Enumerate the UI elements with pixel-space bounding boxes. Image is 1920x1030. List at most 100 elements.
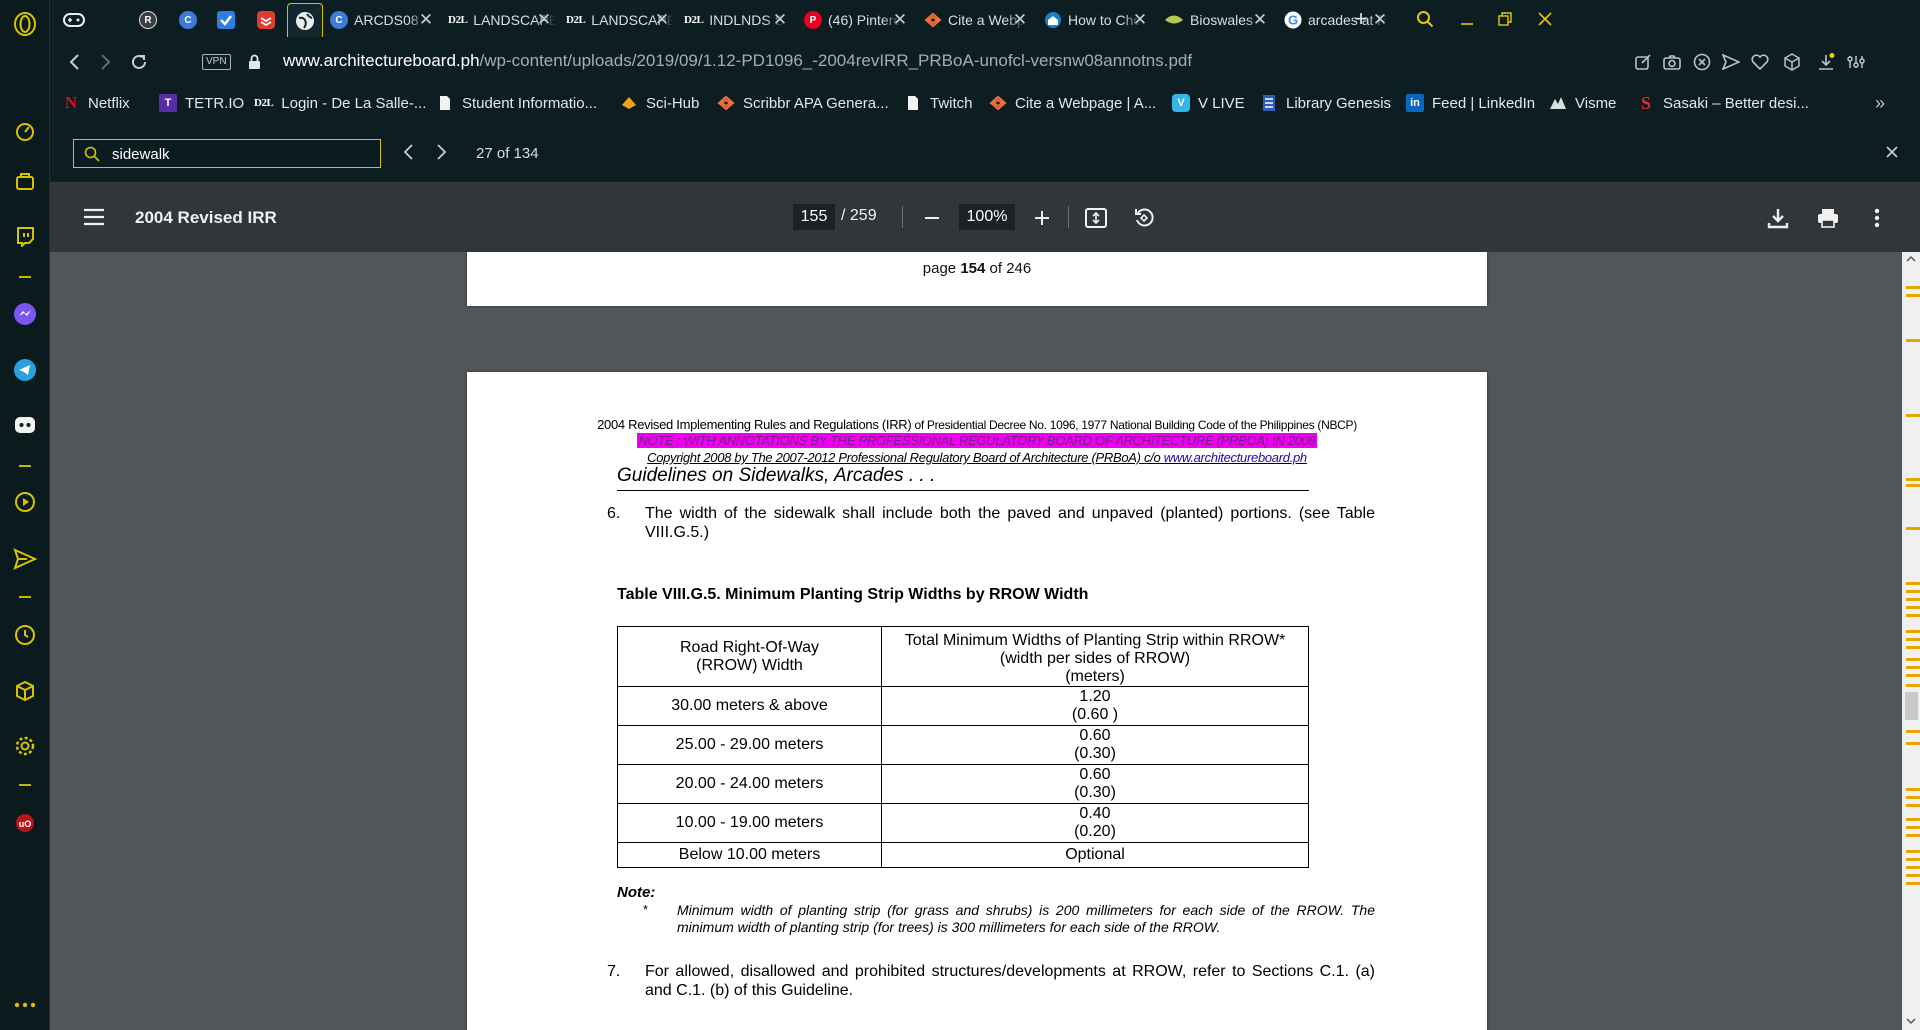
download-button[interactable] <box>1764 204 1792 232</box>
pinned-tab-r[interactable]: R <box>134 6 162 34</box>
tab-current[interactable] <box>287 3 323 37</box>
tab-landscape-1[interactable]: D2L LANDSCAPE ✕ <box>448 3 556 37</box>
bookmark-library-genesis[interactable]: Library Genesis <box>1260 93 1391 113</box>
checkbox-icon <box>217 11 235 29</box>
bookmark-scihub[interactable]: Sci-Hub <box>620 93 699 113</box>
tab-pinterest[interactable]: P (46) Pintere ✕ <box>804 3 912 37</box>
opera-menu-icon[interactable] <box>12 11 38 37</box>
tab-bioswales[interactable]: Bioswales – ✕ <box>1164 3 1272 37</box>
close-icon[interactable]: ✕ <box>772 11 788 28</box>
chevron-left-icon <box>403 144 413 160</box>
find-next-button[interactable] <box>434 143 448 166</box>
twitch-icon[interactable] <box>12 223 38 249</box>
bookmark-heart-icon[interactable] <box>1750 52 1770 72</box>
player-icon[interactable] <box>12 489 38 515</box>
page-number-input[interactable] <box>793 204 835 230</box>
tab-landscape-2[interactable]: D2L LANDSCAPE ✕ <box>566 3 674 37</box>
bookmark-sasaki[interactable]: S Sasaki – Better desi... <box>1637 93 1809 113</box>
bookmark-tetrio[interactable]: T TETR.IO <box>159 93 244 113</box>
bookmarks-bar: N Netflix T TETR.IO D2L Login - De La Sa… <box>50 86 1920 120</box>
downloads-icon[interactable] <box>1816 52 1836 72</box>
extensions-icon[interactable] <box>1782 52 1802 72</box>
tab-arcds08[interactable]: C ARCDS08 - ✕ <box>330 3 438 37</box>
close-icon[interactable]: ✕ <box>1012 11 1028 28</box>
bookmark-dlsu-login[interactable]: D2L Login - De La Salle-... <box>254 93 426 113</box>
discord-icon[interactable] <box>12 412 38 438</box>
minimize-icon[interactable] <box>1452 8 1482 30</box>
document-title: 2004 Revised IRR <box>135 208 277 227</box>
find-previous-button[interactable] <box>402 143 416 166</box>
scroll-up-arrow-icon[interactable] <box>1906 256 1916 262</box>
workspaces-icon[interactable] <box>12 168 38 194</box>
search-tabs-icon[interactable] <box>1410 8 1440 30</box>
bookmark-vlive[interactable]: V V LIVE <box>1172 93 1245 113</box>
send-to-icon[interactable] <box>1721 52 1741 72</box>
search-match-marker <box>1906 866 1920 869</box>
bookmark-cite-webpage[interactable]: Cite a Webpage | A... <box>989 93 1156 113</box>
bookmark-scribbr-apa[interactable]: Scribbr APA Genera... <box>717 93 889 113</box>
bookmark-student-info[interactable]: Student Informatio... <box>436 93 597 113</box>
pdf-viewer[interactable]: page 154 of 246 2004 Revised Implementin… <box>50 252 1902 1030</box>
reload-button[interactable] <box>127 50 151 74</box>
close-icon[interactable]: ✕ <box>536 11 552 28</box>
close-window-icon[interactable] <box>1530 8 1560 30</box>
close-icon[interactable]: ✕ <box>892 11 908 28</box>
settings-gear-icon[interactable] <box>12 733 38 759</box>
fit-page-button[interactable] <box>1082 204 1110 232</box>
tab-how-to-choose[interactable]: How to Cho ✕ <box>1044 3 1152 37</box>
close-icon[interactable]: ✕ <box>418 11 434 28</box>
close-icon[interactable]: ✕ <box>1132 11 1148 28</box>
scrollbar-thumb[interactable] <box>1905 692 1918 720</box>
bookmark-netflix[interactable]: N Netflix <box>62 93 130 113</box>
sidebar-separator <box>19 465 31 467</box>
pinned-tab-todoist[interactable] <box>252 6 280 34</box>
more-dots-icon[interactable] <box>12 992 38 1018</box>
back-button[interactable] <box>62 50 86 74</box>
bookmarks-overflow-icon[interactable]: » <box>1875 93 1885 113</box>
architectureboard-link[interactable]: www.architectureboard.ph <box>1164 450 1307 465</box>
header-line: Road Right-Of-Way <box>680 638 819 656</box>
forward-button[interactable] <box>94 50 118 74</box>
zoom-level-input[interactable] <box>959 204 1015 230</box>
close-icon[interactable]: ✕ <box>1252 11 1268 28</box>
extensions-cube-icon[interactable] <box>12 678 38 704</box>
tab-cite-webpage[interactable]: Cite a Webp ✕ <box>924 3 1032 37</box>
more-actions-button[interactable] <box>1863 204 1891 232</box>
messenger-icon[interactable] <box>12 301 38 327</box>
url-field[interactable]: www.architectureboard.ph/wp-content/uplo… <box>283 51 1192 71</box>
vertical-scrollbar[interactable] <box>1902 252 1920 1030</box>
bookmark-twitch[interactable]: Twitch <box>904 93 973 113</box>
tab-indlnds[interactable]: D2L INDLNDS S ✕ <box>684 3 792 37</box>
header-text: of Presidential Decree No. 1096, 1977 Na… <box>911 418 1357 432</box>
find-input[interactable] <box>112 144 372 164</box>
telegram-icon[interactable] <box>12 357 38 383</box>
easy-setup-icon[interactable] <box>1846 52 1866 72</box>
lock-icon[interactable] <box>248 54 261 75</box>
bookmark-visme[interactable]: Visme <box>1549 93 1616 113</box>
snapshot-edit-icon[interactable] <box>1633 52 1653 72</box>
find-box[interactable] <box>73 139 381 168</box>
print-button[interactable] <box>1814 204 1842 232</box>
pinned-tab-c[interactable]: C <box>174 6 202 34</box>
search-match-marker <box>1906 658 1920 661</box>
zoom-in-button[interactable] <box>1028 204 1056 232</box>
rotate-button[interactable] <box>1130 204 1158 232</box>
new-tab-plus-icon[interactable]: + <box>1346 6 1376 31</box>
pinned-tab-gamepad[interactable] <box>60 6 88 34</box>
zoom-out-button[interactable] <box>918 204 946 232</box>
close-icon[interactable]: ✕ <box>654 11 670 28</box>
outline-menu-button[interactable] <box>80 203 108 231</box>
bookmark-linkedin[interactable]: in Feed | LinkedIn <box>1406 93 1535 113</box>
send-icon[interactable] <box>12 546 38 572</box>
bookmark-label: Login - De La Salle-... <box>281 94 427 112</box>
pinned-tab-tasks[interactable] <box>212 6 240 34</box>
restore-icon[interactable] <box>1490 8 1520 30</box>
find-close-button[interactable] <box>1884 144 1900 165</box>
camera-icon[interactable] <box>1662 52 1682 72</box>
ublock-icon[interactable]: uO <box>12 810 38 836</box>
speed-dial-icon[interactable] <box>12 118 38 144</box>
scroll-down-arrow-icon[interactable] <box>1906 1018 1916 1024</box>
history-icon[interactable] <box>12 622 38 648</box>
vpn-badge[interactable]: VPN <box>202 54 231 70</box>
block-ads-icon[interactable] <box>1692 52 1712 72</box>
